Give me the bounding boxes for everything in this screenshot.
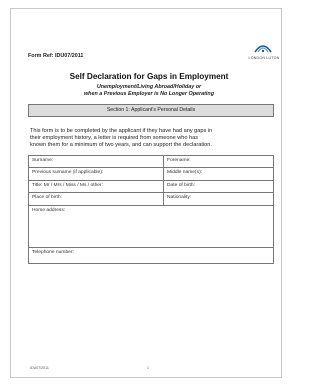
company-logo: LONDON LUTON — [242, 42, 284, 66]
footer-reference: IDU07/2011 — [30, 366, 49, 370]
document-subtitle-line-2: when a Previous Employer is No Longer Op… — [83, 91, 214, 97]
document-title: Self Declaration for Gaps in Employment — [69, 72, 229, 81]
telephone-field[interactable]: Telephone number: — [29, 248, 273, 263]
place-of-birth-field[interactable]: Place of birth: — [29, 193, 164, 206]
form-reference: Form Ref: IDU07/2011 — [28, 53, 84, 59]
personal-details-table: Surname: Forename: Previous surname (if … — [28, 155, 274, 264]
document-subtitle-line-1: Unemployment/Living Abroad/Holiday or — [96, 84, 202, 90]
section-header: Section 1: Applicant's Personal Details — [28, 104, 274, 117]
logo-text: LONDON LUTON — [248, 56, 280, 60]
previous-surname-field[interactable]: Previous surname (if applicable): — [29, 168, 164, 181]
luton-airport-logo-mark-icon — [253, 42, 273, 54]
intro-line-2: their employment history, a letter is re… — [30, 135, 199, 142]
date-of-birth-field[interactable]: Date of birth: — [164, 181, 273, 193]
page-number: 1 — [147, 366, 149, 370]
home-address-field[interactable]: Home address: — [29, 206, 273, 248]
nationality-field[interactable]: Nationality: — [164, 193, 273, 206]
intro-line-1: This form is to be completed by the appl… — [30, 128, 213, 134]
intro-paragraph: This form is to be completed by the appl… — [30, 128, 276, 150]
title-field[interactable]: Title: Mr / Mrs / Miss / Ms / other: — [29, 181, 164, 193]
intro-line-3: known them for a minimum of two years, a… — [30, 142, 212, 149]
forename-field[interactable]: Forename: — [164, 156, 273, 168]
surname-field[interactable]: Surname: — [29, 156, 164, 168]
middle-names-field[interactable]: Middle name(s): — [164, 168, 273, 181]
